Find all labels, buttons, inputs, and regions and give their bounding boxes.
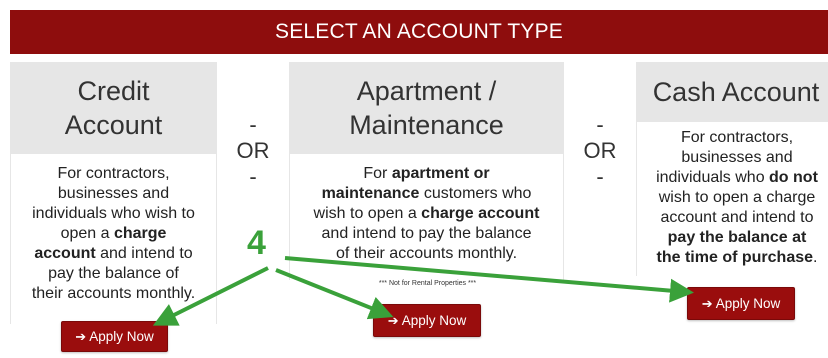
cash-description: For contractors, businesses and individu…	[636, 122, 828, 276]
apply-button-label: Apply Now	[89, 329, 154, 344]
cash-desc-line: individuals who do not	[656, 169, 818, 186]
credit-desc-line: their accounts monthly.	[31, 285, 196, 302]
apartment-maintenance-heading: Apartment / Maintenance	[289, 62, 564, 154]
apartment-title-line2: Maintenance	[349, 110, 504, 140]
cash-apply-now-button[interactable]: ➔ Apply Now	[687, 287, 795, 320]
page-title: SELECT AN ACCOUNT TYPE	[275, 20, 563, 43]
apply-button-label: Apply Now	[401, 313, 467, 328]
cash-desc-line: account and intend to	[660, 209, 814, 226]
cash-desc-line: the time of purchase.	[656, 249, 818, 266]
page-header-banner: SELECT AN ACCOUNT TYPE	[10, 10, 828, 54]
credit-title-line1: Credit	[77, 76, 150, 106]
credit-account-heading: Credit Account	[10, 62, 217, 154]
credit-desc-line: open a charge	[60, 225, 167, 242]
apartment-maintenance-card: Apartment / Maintenance For apartment or…	[289, 62, 564, 280]
cash-title: Cash Account	[652, 77, 820, 107]
apartment-apply-now-button[interactable]: ➔ Apply Now	[373, 304, 481, 337]
cash-desc-line: For contractors,	[680, 129, 794, 146]
not-for-rental-note: *** Not for Rental Properties ***	[378, 280, 477, 287]
apartment-desc-line: For apartment or	[363, 165, 490, 182]
dash: -	[249, 164, 257, 189]
credit-account-card: Credit Account For contractors, business…	[10, 62, 217, 324]
dash: -	[596, 164, 604, 189]
apply-button-label: Apply Now	[715, 296, 781, 311]
credit-desc-line: businesses and	[57, 185, 170, 202]
cash-desc-line: pay the balance at	[667, 229, 807, 246]
apartment-desc-line: of their accounts monthly.	[335, 245, 518, 262]
arrow-right-icon: ➔	[75, 328, 87, 344]
arrow-right-icon: ➔	[701, 295, 713, 311]
apartment-desc-line: maintenance customers who	[321, 185, 532, 202]
cash-account-heading: Cash Account	[636, 62, 828, 122]
dash: -	[596, 112, 604, 137]
cash-desc-line: businesses and	[681, 149, 793, 166]
credit-title-line2: Account	[64, 110, 163, 140]
cash-account-card: Cash Account For contractors, businesses…	[636, 62, 828, 276]
annotation-number: 4	[247, 224, 266, 262]
credit-desc-line: For contractors,	[57, 165, 170, 182]
apartment-desc-line: and intend to pay the balance	[321, 225, 532, 242]
or-label: OR	[583, 138, 617, 163]
credit-account-description: For contractors, businesses and individu…	[10, 154, 217, 324]
credit-desc-line: account and intend to	[34, 245, 193, 262]
credit-apply-now-button[interactable]: ➔ Apply Now	[61, 321, 168, 352]
apartment-description: For apartment or maintenance customers w…	[289, 154, 564, 280]
apartment-desc-line: wish to open a charge account	[313, 205, 540, 222]
dash: -	[249, 112, 257, 137]
or-separator-2: - OR -	[574, 112, 626, 190]
arrow-right-icon: ➔	[387, 312, 399, 328]
credit-desc-line: pay the balance of	[48, 265, 179, 282]
apartment-title-line1: Apartment /	[356, 76, 497, 106]
cash-desc-line: wish to open a charge	[658, 189, 816, 206]
credit-desc-line: individuals who wish to	[32, 205, 195, 222]
or-separator-1: - OR -	[227, 112, 279, 190]
or-label: OR	[236, 138, 270, 163]
